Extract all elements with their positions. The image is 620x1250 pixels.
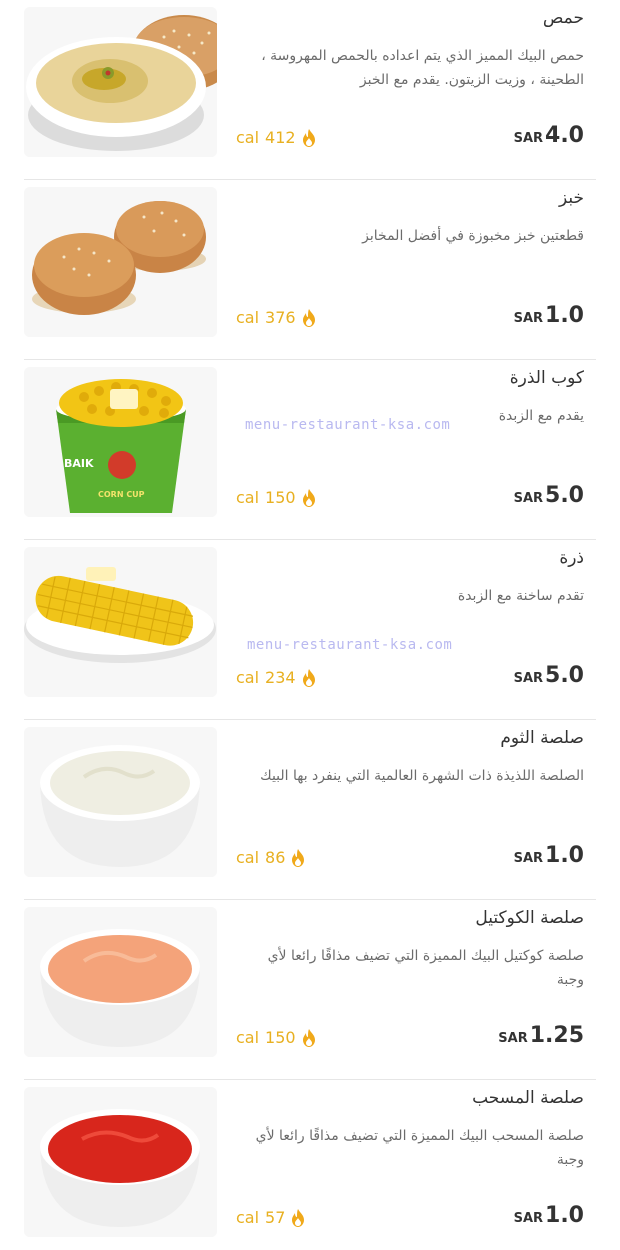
item-title: حمص — [542, 8, 584, 28]
calorie-value: 150 — [265, 1028, 296, 1047]
bread-image[interactable] — [24, 187, 217, 337]
currency-label: SAR — [513, 491, 544, 506]
item-title: كوب الذرة — [509, 368, 584, 388]
currency-label: SAR — [513, 671, 544, 686]
item-price: SAR 1.0 — [514, 1203, 584, 1228]
item-description: صلصة كوكتيل البيك المميزة التي تضيف مذاق… — [267, 948, 584, 988]
flame-icon — [302, 308, 315, 327]
garlic-sauce-image[interactable] — [24, 727, 217, 877]
calorie-unit: cal — [236, 1208, 260, 1227]
currency-label: SAR — [513, 131, 544, 146]
corn-cup-image[interactable]: BAIK CORN CUP — [24, 367, 217, 517]
menu-item[interactable]: خبز قطعتين خبز مخبوزة في أفضل المخابز ca… — [0, 180, 620, 360]
flame-icon — [302, 1028, 315, 1047]
price-value: 1.0 — [545, 843, 584, 868]
calorie-unit: cal — [236, 308, 260, 327]
price-value: 5.0 — [545, 663, 584, 688]
flame-icon — [292, 1208, 305, 1227]
flame-icon — [292, 848, 305, 867]
calories: cal 57 — [236, 1208, 305, 1227]
item-price: SAR 1.25 — [498, 1023, 584, 1048]
item-title: صلصة المسحب — [472, 1088, 584, 1108]
currency-label: SAR — [513, 1211, 544, 1226]
cup-label-text: CORN CUP — [98, 490, 145, 499]
calorie-value: 57 — [265, 1208, 286, 1227]
currency-label: SAR — [498, 1031, 528, 1046]
item-description: الصلصة اللذيذة ذات الشهرة العالمية التي … — [260, 768, 584, 784]
cocktail-sauce-image[interactable] — [24, 907, 217, 1057]
calories: cal 150 — [236, 488, 316, 507]
flame-icon — [302, 128, 315, 147]
calories: cal 86 — [236, 848, 305, 867]
calorie-value: 376 — [265, 308, 296, 327]
menu-item[interactable]: ذرة تقدم ساخنة مع الزبدة menu-restaurant… — [0, 540, 620, 720]
currency-label: SAR — [513, 851, 544, 866]
item-price: SAR 5.0 — [514, 483, 584, 508]
calories: cal 412 — [236, 128, 316, 147]
item-price: SAR 5.0 — [514, 663, 584, 688]
flame-icon — [302, 668, 315, 687]
calorie-unit: cal — [236, 1028, 260, 1047]
calorie-unit: cal — [236, 668, 260, 687]
menu-list: حمص حمص البيك المميز الذي يتم اعداده بال… — [0, 0, 620, 1250]
calories: cal 376 — [236, 308, 316, 327]
item-price: SAR 1.0 — [514, 303, 584, 328]
item-price: SAR 4.0 — [514, 123, 584, 148]
calorie-value: 234 — [265, 668, 296, 687]
price-value: 1.25 — [529, 1023, 584, 1048]
calories: cal 150 — [236, 1028, 316, 1047]
calorie-unit: cal — [236, 488, 260, 507]
price-value: 5.0 — [545, 483, 584, 508]
calorie-value: 150 — [265, 488, 296, 507]
calories: cal 234 — [236, 668, 316, 687]
price-value: 1.0 — [545, 303, 584, 328]
watermark-text: menu-restaurant-ksa.com — [247, 637, 453, 653]
item-price: SAR 1.0 — [514, 843, 584, 868]
menu-item[interactable]: صلصة الثوم الصلصة اللذيذة ذات الشهرة الع… — [0, 720, 620, 900]
item-description: قطعتين خبز مخبوزة في أفضل المخابز — [362, 228, 584, 244]
item-title: صلصة الكوكتيل — [475, 908, 584, 928]
price-value: 4.0 — [545, 123, 584, 148]
hummus-image[interactable] — [24, 7, 217, 157]
item-description: صلصة المسحب البيك المميزة التي تضيف مذاق… — [255, 1128, 584, 1168]
calorie-value: 86 — [265, 848, 286, 867]
menu-item[interactable]: صلصة المسحب صلصة المسحب البيك المميزة ال… — [0, 1080, 620, 1250]
item-description: حمص البيك المميز الذي يتم اعداده بالحمص … — [261, 48, 584, 88]
calorie-unit: cal — [236, 128, 260, 147]
watermark-text: menu-restaurant-ksa.com — [245, 417, 451, 433]
item-description: تقدم ساخنة مع الزبدة — [457, 588, 584, 604]
calorie-unit: cal — [236, 848, 260, 867]
ketchup-sauce-image[interactable] — [24, 1087, 217, 1237]
currency-label: SAR — [513, 311, 544, 326]
item-title: صلصة الثوم — [500, 728, 584, 748]
price-value: 1.0 — [545, 1203, 584, 1228]
cup-brand-text: BAIK — [64, 457, 94, 470]
flame-icon — [302, 488, 315, 507]
item-title: ذرة — [559, 548, 584, 568]
calorie-value: 412 — [265, 128, 296, 147]
menu-item[interactable]: صلصة الكوكتيل صلصة كوكتيل البيك المميزة … — [0, 900, 620, 1080]
menu-item[interactable]: BAIK CORN CUP كوب الذرة يقدم مع الزبدة m… — [0, 360, 620, 540]
item-title: خبز — [558, 188, 584, 208]
corn-cob-image[interactable] — [24, 547, 217, 697]
menu-item[interactable]: حمص حمص البيك المميز الذي يتم اعداده بال… — [0, 0, 620, 180]
